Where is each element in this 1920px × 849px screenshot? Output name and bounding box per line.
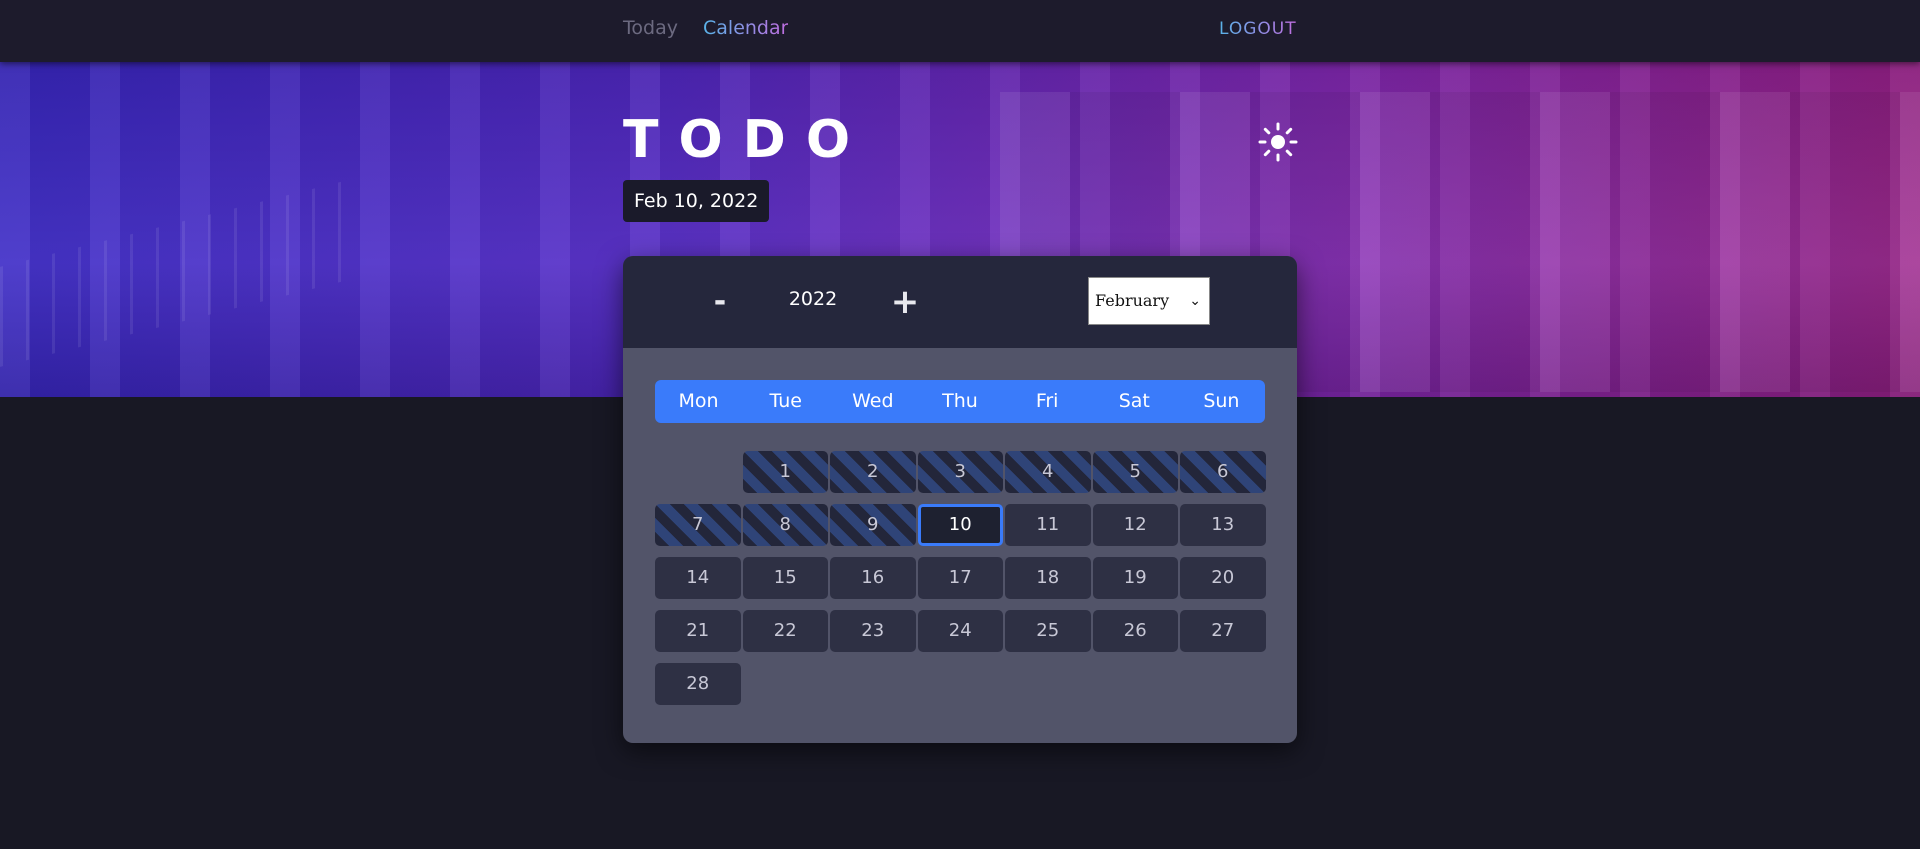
theme-toggle-button[interactable] <box>1258 122 1298 162</box>
next-year-button[interactable]: + <box>885 282 925 322</box>
month-select[interactable]: February ⌄ <box>1088 277 1210 325</box>
day-cell[interactable]: 4 <box>1005 451 1091 493</box>
day-cell[interactable]: 17 <box>917 557 1003 599</box>
calendar-card: - 2022 + February ⌄ Mon Tue Wed Thu Fri … <box>623 256 1297 743</box>
weekday-label: Tue <box>769 390 802 412</box>
year-display: 2022 <box>788 288 838 310</box>
day-cell[interactable]: 19 <box>1092 557 1178 599</box>
day-cell[interactable]: 14 <box>655 557 741 599</box>
month-selected-value: February <box>1095 291 1170 310</box>
weekday-label: Sun <box>1203 390 1240 412</box>
days-grid: 1 2 3 4 5 6 7 8 9 10 11 12 13 14 15 16 17 18 19 20 21 22 23 24 2… <box>655 451 1266 705</box>
page-title: TODO <box>623 110 871 170</box>
day-cell[interactable]: 23 <box>830 610 916 652</box>
day-cell[interactable]: 7 <box>655 504 741 546</box>
day-cell[interactable]: 11 <box>1005 504 1091 546</box>
day-cell[interactable]: 21 <box>655 610 741 652</box>
weekday-header: Mon Tue Wed Thu Fri Sat Sun <box>655 380 1265 423</box>
day-cell-today[interactable]: 10 <box>917 504 1003 546</box>
day-cell[interactable]: 13 <box>1180 504 1266 546</box>
day-cell[interactable]: 12 <box>1092 504 1178 546</box>
day-cell[interactable]: 6 <box>1180 451 1266 493</box>
calendar-header: - 2022 + February ⌄ <box>623 256 1297 348</box>
day-cell-empty <box>655 451 741 493</box>
weekday-label: Mon <box>678 390 719 412</box>
day-cell[interactable]: 27 <box>1180 610 1266 652</box>
hero-background-railing <box>0 177 360 367</box>
top-nav: Today Calendar LOGOUT <box>0 0 1920 62</box>
weekday-label: Sat <box>1118 390 1150 412</box>
day-cell[interactable]: 8 <box>742 504 828 546</box>
day-cell[interactable]: 1 <box>742 451 828 493</box>
day-cell[interactable]: 5 <box>1092 451 1178 493</box>
day-cell[interactable]: 24 <box>917 610 1003 652</box>
logout-link[interactable]: LOGOUT <box>1219 19 1297 39</box>
day-cell[interactable]: 3 <box>917 451 1003 493</box>
previous-year-button[interactable]: - <box>705 282 735 322</box>
day-cell[interactable]: 18 <box>1005 557 1091 599</box>
day-cell[interactable]: 2 <box>830 451 916 493</box>
day-cell[interactable]: 16 <box>830 557 916 599</box>
day-cell[interactable]: 15 <box>742 557 828 599</box>
weekday-label: Fri <box>1035 390 1059 412</box>
day-cell[interactable]: 22 <box>742 610 828 652</box>
weekday-label: Wed <box>852 390 894 412</box>
nav-calendar-link[interactable]: Calendar <box>703 17 788 39</box>
day-cell[interactable]: 28 <box>655 663 741 705</box>
sun-icon <box>1258 122 1298 162</box>
day-cell[interactable]: 9 <box>830 504 916 546</box>
day-cell[interactable]: 20 <box>1180 557 1266 599</box>
chevron-down-icon: ⌄ <box>1189 293 1201 309</box>
weekday-label: Thu <box>942 390 978 412</box>
current-date-badge: Feb 10, 2022 <box>623 180 770 222</box>
nav-today-link[interactable]: Today <box>623 17 678 39</box>
day-cell[interactable]: 26 <box>1092 610 1178 652</box>
day-cell[interactable]: 25 <box>1005 610 1091 652</box>
